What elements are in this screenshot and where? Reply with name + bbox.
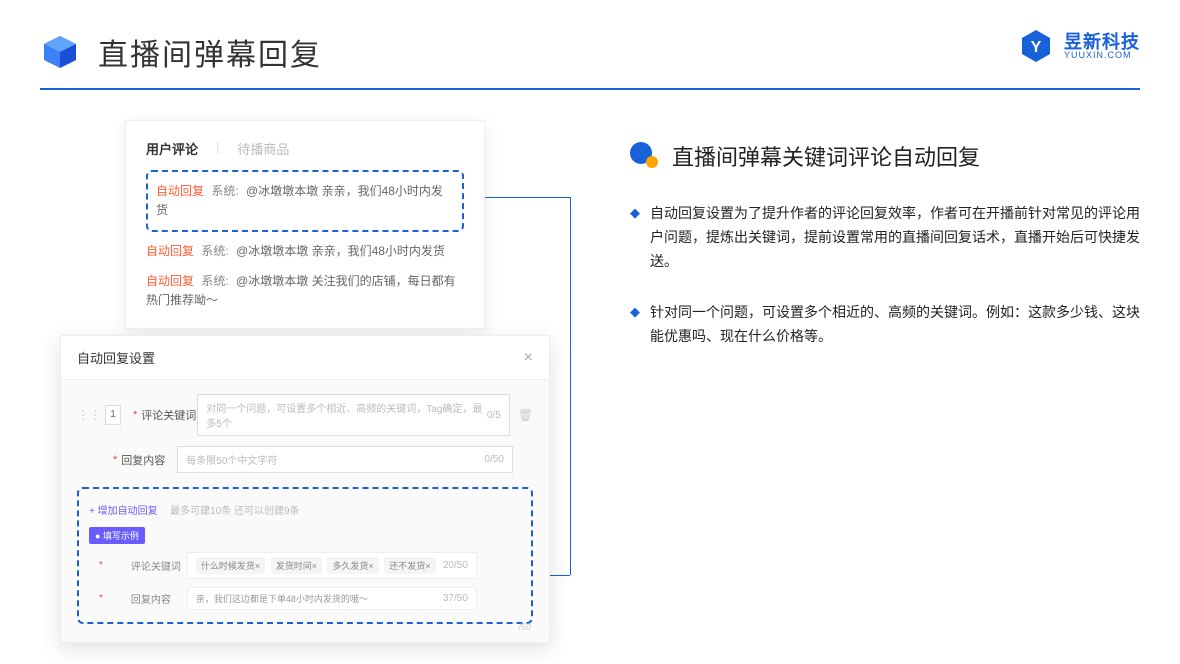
- system-tag: 系统:: [211, 184, 238, 198]
- required-mark: *: [99, 593, 103, 604]
- connector-line: [570, 197, 571, 575]
- ex-keyword-input[interactable]: 什么时候发货× 发货时间× 多久发货× 还不发货× 20/50: [187, 552, 477, 579]
- comment-line: 自动回复 系统: @冰墩墩本墩 亲亲，我们48小时内发货: [156, 182, 454, 220]
- page-title: 直播间弹幕回复: [98, 30, 322, 74]
- close-icon[interactable]: ×: [524, 349, 533, 367]
- brand-en: YUUXIN.COM: [1064, 51, 1140, 60]
- ex-keyword-label: 评论关键词: [131, 558, 187, 573]
- diamond-icon: ◆: [630, 205, 640, 273]
- tab-pending-goods[interactable]: 待播商品: [237, 139, 289, 158]
- comments-card: 用户评论 | 待播商品 自动回复 系统: @冰墩墩本墩 亲亲，我们48小时内发货…: [125, 120, 485, 329]
- example-reply-row: * 回复内容 亲，我们这边都是下单48小时内发货的哦～ 37/50: [89, 587, 521, 610]
- keyword-input[interactable]: 对同一个问题，可设置多个相近、高频的关键词，Tag确定，最多5个 0/5: [197, 394, 509, 436]
- comment-line: 自动回复 系统: @冰墩墩本墩 亲亲，我们48小时内发货: [146, 242, 464, 261]
- tab-user-comments[interactable]: 用户评论: [146, 139, 198, 158]
- highlighted-reply: 自动回复 系统: @冰墩墩本墩 亲亲，我们48小时内发货: [146, 170, 464, 232]
- keyword-row: ⋮⋮ 1 * 评论关键词 对同一个问题，可设置多个相近、高频的关键词，Tag确定…: [77, 394, 533, 436]
- required-mark: *: [113, 454, 117, 466]
- bullet-text: 自动回复设置为了提升作者的评论回复效率，作者可在开播前针对常见的评论用户问题，提…: [650, 202, 1140, 273]
- overflow-count: /50: [518, 622, 531, 632]
- tab-divider: |: [216, 139, 219, 158]
- placeholder-text: 对同一个问题，可设置多个相近、高频的关键词，Tag确定，最多5个: [206, 400, 487, 430]
- reply-label: 回复内容: [121, 452, 177, 468]
- add-reply-link[interactable]: + 增加自动回复: [89, 506, 158, 517]
- example-badge: ● 填写示例: [89, 527, 145, 544]
- card-title: 自动回复设置: [77, 348, 155, 367]
- char-count: 0/50: [485, 454, 504, 465]
- cube-icon: [40, 32, 80, 72]
- ex-reply-input[interactable]: 亲，我们这边都是下单48小时内发货的哦～ 37/50: [187, 587, 477, 610]
- required-mark: *: [133, 409, 137, 421]
- card-header: 自动回复设置 ×: [61, 336, 549, 380]
- diamond-icon: ◆: [630, 304, 640, 349]
- ex-reply-label: 回复内容: [131, 591, 187, 606]
- bubble-icon: [630, 142, 658, 170]
- connector-line: [549, 575, 570, 576]
- drag-handle-icon[interactable]: ⋮⋮: [77, 408, 101, 422]
- auto-reply-tag: 自动回复: [146, 244, 194, 258]
- system-tag: 系统:: [201, 244, 228, 258]
- char-count: 20/50: [443, 560, 468, 571]
- index-badge: 1: [105, 405, 121, 425]
- keyword-label: 评论关键词: [141, 407, 197, 423]
- placeholder-text: 每条限50个中文字符: [186, 452, 277, 467]
- comment-line: 自动回复 系统: @冰墩墩本墩 关注我们的店铺，每日都有热门推荐呦～: [146, 272, 464, 310]
- brand-cn: 昱新科技: [1064, 33, 1140, 51]
- right-panel: 直播间弹幕关键词评论自动回复 ◆ 自动回复设置为了提升作者的评论回复效率，作者可…: [560, 120, 1140, 377]
- slide-header: 直播间弹幕回复: [0, 0, 1180, 74]
- example-box: + 增加自动回复 最多可建10条 还可以创建9条 ● 填写示例 * 评论关键词 …: [77, 487, 533, 624]
- delete-icon[interactable]: 🗑: [518, 408, 533, 422]
- ex-reply-text: 亲，我们这边都是下单48小时内发货的哦～: [196, 592, 368, 605]
- svg-text:Y: Y: [1031, 39, 1042, 56]
- comment-text: @冰墩墩本墩 亲亲，我们48小时内发货: [236, 244, 445, 258]
- connector-line: [485, 197, 570, 198]
- add-hint: 最多可建10条 还可以创建9条: [170, 506, 299, 517]
- required-mark: *: [99, 560, 103, 571]
- bullet-text: 针对同一个问题，可设置多个相近的、高频的关键词。例如：这款多少钱、这块能优惠吗、…: [650, 301, 1140, 349]
- card-body: ⋮⋮ 1 * 评论关键词 对同一个问题，可设置多个相近、高频的关键词，Tag确定…: [61, 380, 549, 642]
- left-panel: 用户评论 | 待播商品 自动回复 系统: @冰墩墩本墩 亲亲，我们48小时内发货…: [60, 120, 560, 377]
- system-tag: 系统:: [201, 274, 228, 288]
- card-tabs: 用户评论 | 待播商品: [146, 139, 464, 158]
- section-title-row: 直播间弹幕关键词评论自动回复: [630, 140, 1140, 172]
- brand-logo: Y 昱新科技 YUUXIN.COM: [1018, 28, 1140, 64]
- bullet-item: ◆ 针对同一个问题，可设置多个相近的、高频的关键词。例如：这款多少钱、这块能优惠…: [630, 301, 1140, 349]
- settings-card: 自动回复设置 × ⋮⋮ 1 * 评论关键词 对同一个问题，可设置多个相近、高频的…: [60, 335, 550, 643]
- auto-reply-tag: 自动回复: [146, 274, 194, 288]
- chip-list: 什么时候发货× 发货时间× 多久发货× 还不发货×: [196, 557, 439, 574]
- chip[interactable]: 发货时间×: [271, 557, 322, 574]
- section-title: 直播间弹幕关键词评论自动回复: [672, 140, 980, 172]
- char-count: 0/5: [487, 410, 501, 421]
- chip[interactable]: 什么时候发货×: [196, 557, 265, 574]
- reply-input[interactable]: 每条限50个中文字符 0/50: [177, 446, 513, 473]
- char-count: 37/50: [443, 593, 468, 604]
- bullet-item: ◆ 自动回复设置为了提升作者的评论回复效率，作者可在开播前针对常见的评论用户问题…: [630, 202, 1140, 273]
- auto-reply-tag: 自动回复: [156, 184, 204, 198]
- brand-icon: Y: [1018, 28, 1054, 64]
- chip[interactable]: 还不发货×: [384, 557, 435, 574]
- reply-row: * 回复内容 每条限50个中文字符 0/50: [77, 446, 533, 473]
- chip[interactable]: 多久发货×: [327, 557, 378, 574]
- example-keyword-row: * 评论关键词 什么时候发货× 发货时间× 多久发货× 还不发货× 20/50: [89, 552, 521, 579]
